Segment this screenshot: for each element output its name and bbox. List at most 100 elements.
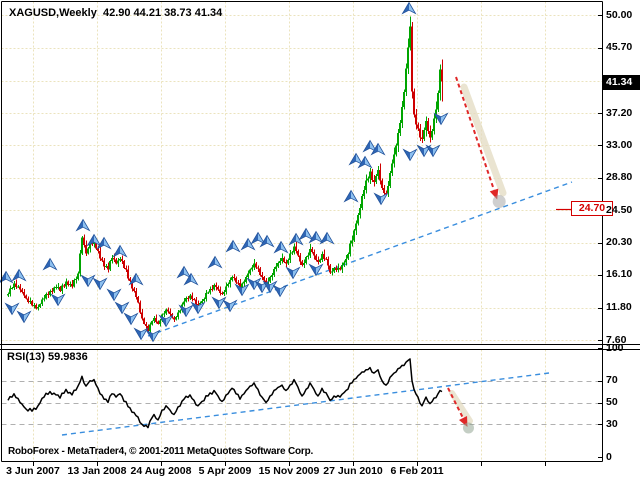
candle-body (215, 285, 217, 287)
candle-body (207, 293, 209, 294)
candle-body (41, 300, 43, 305)
candle-body (375, 176, 377, 182)
candle-body (231, 277, 233, 280)
candle-body (19, 286, 21, 289)
candle-body (399, 123, 401, 133)
candle-body (335, 268, 337, 270)
candle-body (319, 260, 321, 262)
chart-canvas[interactable] (0, 0, 640, 480)
candle-body (193, 299, 195, 300)
candle-body (247, 274, 249, 277)
chart-window[interactable]: XAGUSD,Weekly 42.90 44.21 38.73 41.34 RS… (0, 0, 640, 480)
candle-body (299, 256, 301, 262)
candle-body (163, 314, 165, 315)
rsi-axis-label[interactable]: 30 (606, 418, 618, 430)
price-axis-label[interactable]: 45.70 (606, 41, 632, 53)
price-axis-label[interactable]: 50.00 (606, 9, 632, 21)
rsi-axis-label[interactable]: 100 (606, 342, 624, 354)
candle-body (309, 249, 311, 256)
candle-body (327, 259, 329, 266)
date-axis-label[interactable]: 13 Jan 2008 (68, 465, 127, 477)
ohlc-values-label: 42.90 44.21 38.73 41.34 (103, 7, 222, 19)
candle-body (67, 282, 69, 286)
price-axis-label[interactable]: 24.50 (606, 204, 632, 216)
candle-body (189, 296, 191, 299)
candle-body (413, 92, 415, 115)
candle-body (17, 286, 19, 287)
price-axis-label[interactable]: 28.80 (606, 171, 632, 183)
candle-body (251, 268, 253, 270)
rsi-axis-label[interactable]: 0 (606, 451, 612, 463)
candle-body (155, 318, 157, 322)
candle-body (139, 302, 141, 312)
candle-body (197, 304, 199, 305)
candle-body (359, 208, 361, 215)
candle-body (365, 181, 367, 190)
candle-body (297, 251, 299, 256)
candle-body (279, 261, 281, 263)
price-axis-label[interactable]: 20.30 (606, 236, 632, 248)
candle-body (111, 258, 113, 261)
candle-body (159, 321, 161, 324)
candle-body (9, 289, 11, 295)
candle-body (69, 284, 71, 285)
candle-body (185, 298, 187, 302)
date-axis-label[interactable]: 6 Feb 2011 (390, 465, 443, 477)
candle-body (237, 283, 239, 284)
rsi-axis-label[interactable]: 50 (606, 396, 618, 408)
candle-body (145, 324, 147, 326)
candle-body (205, 293, 207, 299)
candle-body (55, 287, 57, 288)
candle-body (331, 271, 333, 272)
candle-body (361, 196, 363, 208)
candle-body (315, 256, 317, 260)
candle-body (233, 277, 235, 278)
date-axis-label[interactable]: 15 Nov 2009 (259, 465, 320, 477)
candle-body (169, 312, 171, 314)
candle-body (195, 299, 197, 304)
candle-body (347, 254, 349, 259)
candle-body (63, 286, 65, 287)
candle-body (273, 269, 275, 275)
candle-body (135, 291, 137, 297)
candle-body (393, 155, 395, 164)
candle-body (415, 115, 417, 125)
arrow-endpoint-dot (463, 422, 474, 433)
candle-body (167, 309, 169, 311)
candle-body (441, 69, 443, 81)
candle-body (429, 131, 431, 138)
candle-wick (58, 283, 59, 289)
candle-body (175, 317, 177, 319)
candle-body (317, 260, 319, 262)
candle-body (339, 268, 341, 270)
candle-body (13, 283, 15, 288)
candle-body (43, 299, 45, 300)
candle-body (229, 280, 231, 284)
candle-body (307, 255, 309, 257)
candle-body (379, 170, 381, 181)
candle-body (183, 302, 185, 305)
candle-body (151, 321, 153, 324)
candle-body (29, 301, 31, 302)
date-axis-label[interactable]: 5 Apr 2009 (199, 465, 252, 477)
candle-body (427, 121, 429, 131)
candle-body (133, 288, 135, 291)
date-axis-label[interactable]: 3 Jun 2007 (6, 465, 60, 477)
price-axis-label[interactable]: 11.80 (606, 301, 632, 313)
rsi-axis-label[interactable]: 70 (606, 374, 618, 386)
date-axis-label[interactable]: 27 Jun 2010 (323, 465, 383, 477)
candle-body (391, 164, 393, 173)
price-axis-label[interactable]: 33.00 (606, 139, 632, 151)
price-axis-label[interactable]: 16.10 (606, 268, 632, 280)
candle-body (295, 247, 297, 252)
candle-body (137, 297, 139, 302)
candle-body (47, 294, 49, 295)
candle-body (77, 273, 79, 279)
date-axis-label[interactable]: 24 Aug 2008 (131, 465, 192, 477)
price-axis-label[interactable]: 37.20 (606, 107, 632, 119)
candle-body (51, 291, 53, 292)
candle-body (225, 286, 227, 292)
candle-body (33, 305, 35, 306)
candle-body (269, 277, 271, 282)
candle-body (423, 130, 425, 139)
